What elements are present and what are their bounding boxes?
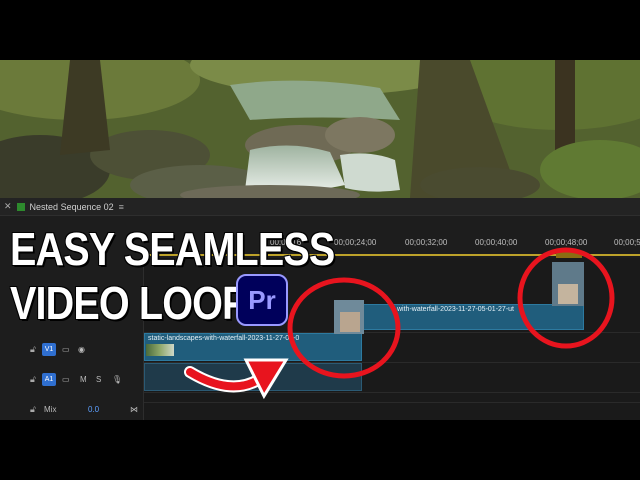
highlight-circle-left [287,277,401,379]
letterbox-bottom [0,420,640,480]
annotation-layer [184,247,615,400]
highlight-circle-right [517,247,615,349]
